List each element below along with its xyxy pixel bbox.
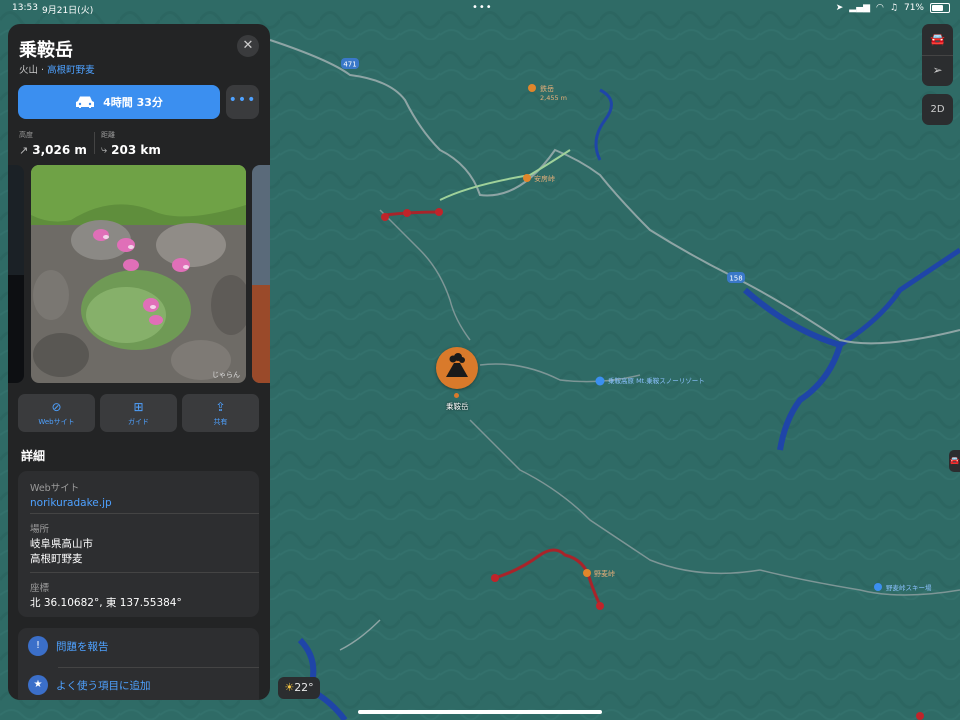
route-shield-471: 471	[343, 61, 356, 69]
headphones-icon: ♫	[889, 3, 898, 13]
home-indicator[interactable]	[358, 710, 602, 714]
distance-value: 203 km	[111, 143, 161, 157]
place-pin-marker[interactable]	[436, 347, 478, 389]
elevation-label: 高度	[19, 131, 33, 139]
add-favorite-item[interactable]: ★ よく使う項目に追加	[28, 675, 151, 695]
share-action-label: 共有	[213, 417, 228, 426]
coordinates-key: 座標	[30, 583, 50, 594]
wifi-icon: ◠	[876, 3, 884, 13]
route-icon: ⤷	[101, 143, 108, 156]
details-card: Webサイト norikuradake.jp 場所 岐阜県高山市 高根町野麦 座…	[18, 471, 259, 617]
pin-label: 乗鞍岳	[446, 402, 469, 411]
website-action-label: Webサイト	[38, 417, 75, 426]
place-location-link[interactable]: 高根町野麦	[47, 65, 95, 76]
photo-carousel[interactable]: じゃらん	[8, 165, 270, 383]
compass-icon: ⊘	[51, 399, 62, 414]
sun-icon: ☀	[284, 681, 295, 694]
place-card: 乗鞍岳 火山 · 高根町野麦 ✕ 4時間 33分 ••• 高度 ↗ 3,026 …	[8, 24, 270, 700]
battery-icon	[930, 3, 950, 13]
distance-stat: 距離 ⤷ 203 km	[101, 130, 161, 157]
address-line2: 高根町野麦	[30, 553, 83, 565]
stat-divider	[94, 132, 95, 154]
coordinates-row[interactable]: 座標 北 36.10682°, 東 137.55384°	[30, 580, 247, 611]
status-bar: 13:53 9月21日(火) ••• ➤ ▂▄▆ ◠ ♫ 71%	[0, 0, 960, 18]
distance-label: 距離	[101, 131, 115, 139]
status-time: 13:53	[12, 3, 38, 13]
website-link[interactable]: norikuradake.jp	[30, 496, 247, 511]
website-key: Webサイト	[30, 483, 80, 494]
signal-icon: ▂▄▆	[849, 3, 871, 13]
website-action-button[interactable]: ⊘ Webサイト	[18, 394, 95, 432]
poi-mountain-label: 鉄岳	[540, 84, 554, 93]
car-edge-icon[interactable]: 🚘	[949, 450, 960, 472]
address-row[interactable]: 場所 岐阜県高山市 高根町野麦	[30, 521, 247, 567]
poi-pass2-label: 野麦峠	[594, 569, 615, 578]
details-divider	[30, 513, 259, 514]
weather-badge: ☀22°	[278, 677, 320, 699]
report-issue-label: 問題を報告	[56, 640, 109, 653]
quick-actions: ⊘ Webサイト ⊞ ガイド ⇪ 共有	[18, 394, 259, 432]
poi-resort-label: 乗鞍高原 Mt.乗鞍スノーリゾート	[608, 376, 705, 385]
photo-next-thumbnail[interactable]	[252, 165, 270, 383]
ellipsis-icon: •••	[228, 92, 257, 108]
view-mode-button[interactable]: 2D	[922, 94, 953, 125]
place-photo[interactable]: じゃらん	[31, 165, 246, 383]
place-subtitle: 火山 · 高根町野麦	[19, 62, 95, 76]
location-arrow-icon: ➤	[835, 3, 844, 13]
poi-ski-label: 野麦峠スキー場	[886, 583, 932, 592]
status-indicators: ➤ ▂▄▆ ◠ ♫ 71%	[836, 3, 950, 13]
share-icon: ⇪	[215, 399, 226, 414]
exclamation-bubble-icon: !	[28, 636, 48, 656]
multitasking-dots-icon[interactable]: •••	[472, 2, 493, 13]
drive-time-label: 4時間 33分	[103, 96, 163, 109]
directions-button[interactable]: 4時間 33分	[18, 85, 220, 119]
address-line1: 岐阜県高山市	[30, 538, 93, 550]
car-mode-icon[interactable]: 🚘	[922, 24, 953, 55]
website-row[interactable]: Webサイト norikuradake.jp	[30, 480, 247, 511]
more-options-button[interactable]: •••	[226, 85, 259, 119]
details-divider	[30, 572, 259, 573]
guide-action-button[interactable]: ⊞ ガイド	[100, 394, 177, 432]
map-controls: 🚘 ➢	[922, 24, 953, 86]
add-favorite-label: よく使う項目に追加	[56, 679, 151, 692]
location-arrow-button-icon[interactable]: ➢	[922, 55, 953, 86]
elevation-arrow-icon: ↗	[19, 143, 29, 157]
details-heading: 詳細	[21, 449, 46, 463]
temperature-value: 22°	[294, 681, 314, 694]
place-category: 火山	[19, 65, 39, 76]
share-action-button[interactable]: ⇪ 共有	[182, 394, 259, 432]
flower-photo-image	[31, 165, 246, 383]
close-button[interactable]: ✕	[237, 35, 259, 57]
pin-anchor-dot	[454, 393, 459, 398]
elevation-stat: 高度 ↗ 3,026 m	[19, 130, 87, 157]
star-icon: ★	[28, 675, 48, 695]
photo-credit: じゃらん	[212, 371, 240, 379]
car-icon	[76, 96, 95, 108]
address-key: 場所	[30, 524, 50, 535]
control-divider	[922, 55, 953, 56]
photo-prev-thumbnail[interactable]	[8, 165, 24, 383]
coordinates-value: 北 36.10682°, 東 137.55384°	[30, 597, 182, 609]
battery-percent: 71%	[903, 3, 924, 13]
close-icon: ✕	[242, 38, 254, 53]
poi-mountain-elevation: 2,455 m	[540, 94, 567, 102]
route-shield-158: 158	[729, 275, 742, 283]
poi-pass1-label: 安房峠	[534, 174, 555, 183]
place-title: 乗鞍岳	[19, 40, 73, 61]
status-date: 9月21日(火)	[42, 6, 94, 16]
more-actions-card: ! 問題を報告 ★ よく使う項目に追加	[18, 628, 259, 700]
plus-icon: ⊞	[133, 399, 144, 414]
guide-action-label: ガイド	[128, 417, 149, 426]
volcano-icon	[446, 353, 468, 377]
elevation-value: 3,026 m	[32, 143, 87, 157]
report-issue-item[interactable]: ! 問題を報告	[28, 636, 109, 656]
list-divider	[58, 667, 259, 668]
